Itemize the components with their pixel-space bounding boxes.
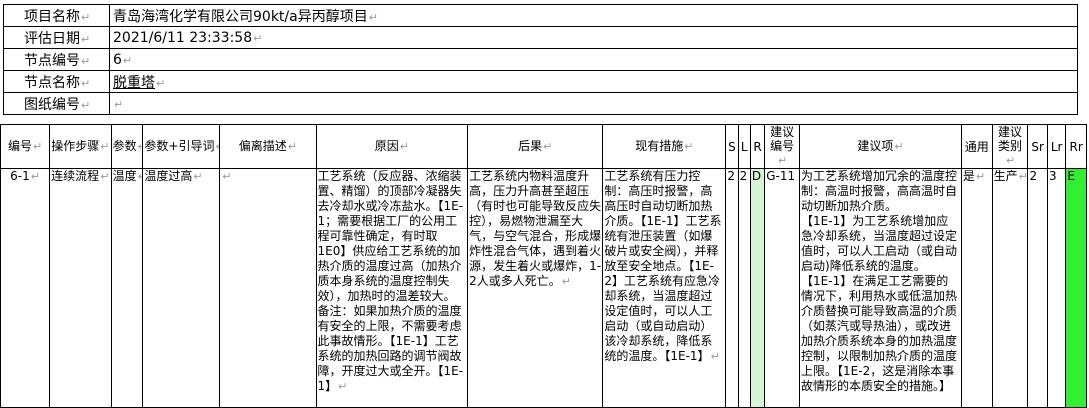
col-header-general: 通用 (960, 124, 993, 169)
label-assessment-date: 评估日期↵ (3, 26, 110, 49)
label-node-name: 节点名称↵ (3, 70, 110, 93)
hazop-table: 编号↵ 操作步骤↵ 参数↵ 参数+引导词↵ 偏离描述↵ 原因↵ 后果↵ 现有措施… (0, 124, 1087, 408)
col-header-category: 建议类别↵ (991, 124, 1029, 169)
col-header-deviation: 偏离描述↵ (219, 124, 317, 169)
value-node-id[interactable]: 6↵ (109, 48, 1078, 71)
cell-recommendation[interactable]: 为工艺系统增加冗余的温度控制：高温时报警，高高温时自动切断加热介质。 【1E-1… (799, 168, 962, 408)
info-row-drawing: 图纸编号↵ ↵ (3, 92, 1078, 115)
label-node-id: 节点编号↵ (3, 48, 110, 71)
project-info-table: 项目名称↵ 青岛海湾化学有限公司90kt/a异丙醇项目↵ 评估日期↵ 2021/… (3, 4, 1078, 115)
cell-general[interactable]: 是↵ (960, 168, 993, 408)
col-header-rec-id: 建议编号↵ (764, 124, 801, 169)
col-header-param-guide: 参数+引导词↵ (142, 124, 221, 169)
col-header-lr: Lr (1046, 124, 1067, 169)
value-node-name[interactable]: 脱重塔↵ (109, 70, 1078, 93)
cell-s[interactable]: 2 (725, 168, 739, 408)
cell-sr[interactable]: 2 (1027, 168, 1048, 408)
cell-deviation[interactable]: ↵ (219, 168, 317, 408)
cell-r[interactable]: D (749, 168, 766, 408)
cell-lr[interactable]: 3 (1046, 168, 1067, 408)
col-header-s: S (725, 124, 739, 169)
recommendation-item: 为工艺系统增加冗余的温度控制：高温时报警，高高温时自动切断加热介质。 (801, 169, 958, 214)
col-header-rr: Rr (1065, 124, 1087, 169)
value-project-name[interactable]: 青岛海湾化学有限公司90kt/a异丙醇项目↵ (109, 4, 1078, 27)
col-header-measures: 现有措施↵ (602, 124, 727, 169)
cell-step[interactable]: 连续流程↵ (49, 168, 112, 408)
col-header-consequence: 后果↵ (467, 124, 604, 169)
cell-rr[interactable]: E (1065, 168, 1087, 408)
recommendation-item: 【1E-1】为工艺系统增加应急冷却系统，当温度超过设定值时，可以人工启动（或自动… (801, 214, 958, 273)
info-row-node-name: 节点名称↵ 脱重塔↵ (3, 70, 1078, 93)
col-header-step: 操作步骤↵ (49, 124, 112, 169)
value-drawing-no[interactable]: ↵ (109, 92, 1078, 115)
value-assessment-date[interactable]: 2021/6/11 23:33:58↵ (109, 26, 1078, 49)
cell-cause[interactable]: 工艺系统（反应器、浓缩装置、精馏）的顶部冷凝器失去冷却水或冷冻盐水。【1E-1；… (315, 168, 469, 408)
col-header-r: R (749, 124, 766, 169)
cell-param[interactable]: 温度↵ (110, 168, 144, 408)
cell-category[interactable]: 生产↵ (991, 168, 1029, 408)
cell-rec-id[interactable]: G-11 (764, 168, 801, 408)
cell-param-guide[interactable]: 温度过高↵ (142, 168, 221, 408)
col-header-cause: 原因↵ (315, 124, 469, 169)
col-header-id: 编号↵ (0, 124, 51, 169)
col-header-param: 参数↵ (110, 124, 144, 169)
table-row: 6-1↵ 连续流程↵ 温度↵ 温度过高↵ ↵ 工艺系统（反应器、浓缩装置、精馏）… (0, 168, 1087, 408)
col-header-l: L (737, 124, 751, 169)
label-project-name: 项目名称↵ (3, 4, 110, 27)
table-header-row: 编号↵ 操作步骤↵ 参数↵ 参数+引导词↵ 偏离描述↵ 原因↵ 后果↵ 现有措施… (0, 124, 1087, 169)
info-row-project: 项目名称↵ 青岛海湾化学有限公司90kt/a异丙醇项目↵ (3, 4, 1078, 27)
cell-measures[interactable]: 工艺系统有压力控制：高压时报警，高高压时自动切断加热介质。【1E-1】工艺系统有… (602, 168, 727, 408)
cell-id[interactable]: 6-1↵ (0, 168, 51, 408)
label-drawing-no: 图纸编号↵ (3, 92, 110, 115)
cell-l[interactable]: 2 (737, 168, 751, 408)
col-header-sr: Sr (1027, 124, 1048, 169)
info-row-date: 评估日期↵ 2021/6/11 23:33:58↵ (3, 26, 1078, 49)
info-row-node-id: 节点编号↵ 6↵ (3, 48, 1078, 71)
col-header-recommendation: 建议项↵ (799, 124, 962, 169)
cell-consequence[interactable]: 工艺系统内物料温度升高，压力升高甚至超压（有时也可能导致反应失控），易燃物泄漏至… (467, 168, 604, 408)
recommendation-item: 【1E-1】在满足工艺需要的情况下，利用热水或低温加热介质替换可能导致高温的介质… (801, 274, 958, 393)
